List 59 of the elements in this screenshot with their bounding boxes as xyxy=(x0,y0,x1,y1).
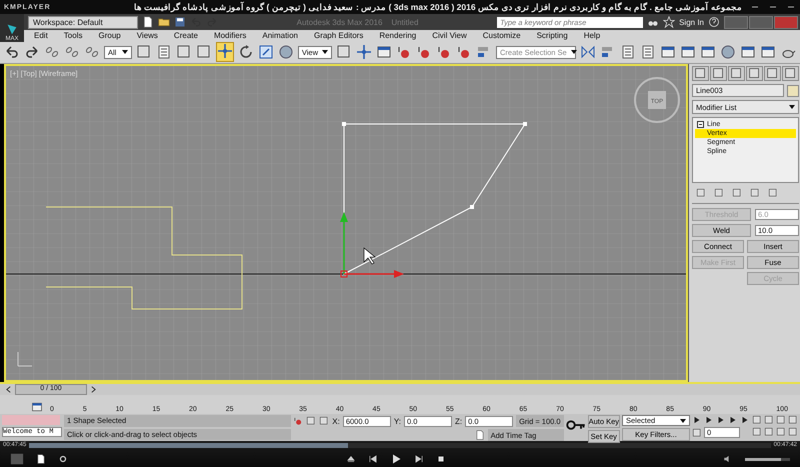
move-icon[interactable] xyxy=(216,43,233,59)
sphere-icon[interactable] xyxy=(278,44,294,60)
eject-icon[interactable] xyxy=(346,454,356,464)
caret-icon xyxy=(122,50,128,54)
link-icon[interactable] xyxy=(44,44,60,60)
sign-in-link[interactable]: Sign In xyxy=(679,18,704,26)
y-label: Y: xyxy=(394,416,401,426)
menu-item[interactable]: Help xyxy=(584,31,600,40)
menu-item[interactable]: Rendering xyxy=(379,31,416,40)
menu-item[interactable]: Create xyxy=(174,31,198,40)
menu-item[interactable]: Graph Editors xyxy=(314,31,364,40)
max-logo-icon xyxy=(5,22,19,36)
caret-icon xyxy=(789,105,795,109)
x-label: X: xyxy=(332,416,340,426)
menu-item[interactable]: Civil View xyxy=(432,31,467,40)
redo-icon[interactable] xyxy=(24,44,40,60)
caret-icon xyxy=(680,418,686,422)
bind-icon[interactable] xyxy=(84,44,100,60)
previous-icon[interactable] xyxy=(368,454,378,464)
menu-item[interactable]: Customize xyxy=(482,31,521,40)
mirror-icon[interactable] xyxy=(580,44,596,60)
playlist-icon[interactable] xyxy=(36,454,46,464)
layer-list-icon[interactable] xyxy=(620,44,636,60)
menu-item[interactable]: Views xyxy=(136,31,158,40)
stop-icon[interactable] xyxy=(436,454,446,464)
help-icon[interactable] xyxy=(708,16,720,28)
collapse-icon[interactable] xyxy=(697,121,704,128)
next-icon[interactable] xyxy=(414,454,424,464)
move-gizmo xyxy=(340,212,404,278)
app-title: Autodesk 3ds Max 2016 Untitled xyxy=(296,18,420,26)
caret-icon xyxy=(570,50,577,54)
menu-item[interactable]: Animation xyxy=(262,31,298,40)
menu-item[interactable]: Modifiers xyxy=(214,31,246,40)
unlink-icon[interactable] xyxy=(64,44,80,60)
star-icon[interactable] xyxy=(663,16,676,28)
folder-icon[interactable] xyxy=(158,16,170,28)
volume-slider[interactable] xyxy=(745,458,790,460)
undo-icon[interactable] xyxy=(4,44,20,60)
next-frame-icon[interactable] xyxy=(89,385,98,394)
object-color-swatch[interactable] xyxy=(787,84,799,96)
workspace-dropdown[interactable]: Workspace: Default xyxy=(28,16,138,28)
rotate-icon[interactable] xyxy=(238,44,254,60)
axis-tripod-icon xyxy=(18,352,32,366)
scale-icon[interactable] xyxy=(258,44,274,60)
z-label: Z: xyxy=(454,416,462,426)
menu-item[interactable]: Scripting xyxy=(536,31,568,40)
menu-item[interactable]: Tools xyxy=(64,31,82,40)
previous-frame-icon[interactable] xyxy=(4,385,13,394)
video-title: مجموعه آموزشی جامع . گام به گام و کاربردی نرم افزار تری دی مکس 2016 ( 3ds max 2016 ) مدرس : سعید فدایی ( تیچرمن ) گروه آموزشی پادشاه گرافیست ها xyxy=(132,2,742,12)
mouse-cursor-icon xyxy=(364,247,376,264)
layers-icon[interactable] xyxy=(640,44,656,60)
menu-item[interactable]: Group xyxy=(98,31,121,40)
save-icon[interactable] xyxy=(174,16,186,28)
select-by-name-icon[interactable] xyxy=(156,44,172,60)
menu-item[interactable]: Edit xyxy=(34,31,48,40)
caret-icon xyxy=(322,50,328,54)
settings-icon[interactable] xyxy=(58,454,68,464)
new-file-icon[interactable] xyxy=(142,16,154,28)
seek-bar[interactable] xyxy=(29,442,771,448)
